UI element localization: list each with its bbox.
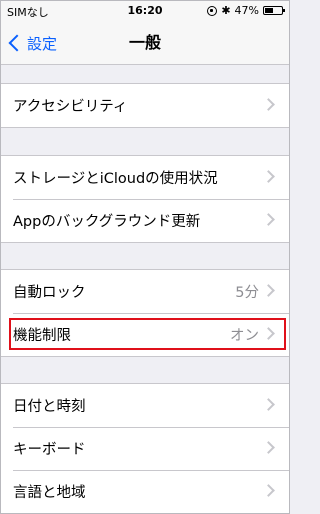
row-label: 日付と時刻 bbox=[13, 399, 86, 415]
row-accessibility[interactable]: アクセシビリティ bbox=[1, 84, 289, 127]
settings-group-locale: 日付と時刻 キーボード 言語と地域 bbox=[1, 383, 289, 513]
row-date-time[interactable]: 日付と時刻 bbox=[1, 384, 289, 427]
row-storage-icloud[interactable]: ストレージとiCloudの使用状況 bbox=[1, 156, 289, 199]
chevron-right-icon bbox=[262, 398, 275, 411]
settings-screen: SIMなし 16:20 ✱ 47% 設定 一般 アクセシビリティ ストレージとi… bbox=[0, 0, 290, 514]
row-label: Appのバックグラウンド更新 bbox=[13, 214, 201, 230]
row-label: ストレージとiCloudの使用状況 bbox=[13, 171, 218, 187]
row-label: キーボード bbox=[13, 442, 86, 458]
row-label: 自動ロック bbox=[13, 285, 86, 301]
battery-percent: 47% bbox=[234, 4, 259, 17]
battery-icon bbox=[263, 6, 285, 15]
chevron-right-icon bbox=[262, 327, 275, 340]
row-language-region[interactable]: 言語と地域 bbox=[1, 470, 289, 513]
rotation-lock-icon bbox=[207, 5, 218, 16]
row-value: オン bbox=[230, 328, 259, 344]
chevron-right-icon bbox=[262, 170, 275, 183]
row-auto-lock[interactable]: 自動ロック 5分 bbox=[1, 270, 289, 313]
chevron-right-icon bbox=[262, 213, 275, 226]
chevron-right-icon bbox=[262, 98, 275, 111]
row-keyboard[interactable]: キーボード bbox=[1, 427, 289, 470]
chevron-right-icon bbox=[262, 284, 275, 297]
settings-group-storage: ストレージとiCloudの使用状況 Appのバックグラウンド更新 bbox=[1, 155, 289, 243]
status-bar: SIMなし 16:20 ✱ 47% bbox=[1, 1, 289, 21]
chevron-right-icon bbox=[262, 484, 275, 497]
status-icons: ✱ 47% bbox=[207, 4, 285, 17]
row-label: アクセシビリティ bbox=[13, 99, 128, 115]
row-value: 5分 bbox=[235, 285, 259, 301]
page-title: 一般 bbox=[128, 33, 161, 52]
settings-group-lock: 自動ロック 5分 機能制限 オン bbox=[1, 269, 289, 357]
chevron-right-icon bbox=[262, 441, 275, 454]
row-background-refresh[interactable]: Appのバックグラウンド更新 bbox=[1, 199, 289, 242]
navigation-bar: 設定 一般 bbox=[1, 21, 289, 65]
row-label: 言語と地域 bbox=[13, 485, 86, 501]
settings-group-accessibility: アクセシビリティ bbox=[1, 83, 289, 128]
row-restrictions[interactable]: 機能制限 オン bbox=[1, 313, 289, 356]
row-label: 機能制限 bbox=[13, 328, 71, 344]
bluetooth-icon: ✱ bbox=[221, 4, 231, 17]
